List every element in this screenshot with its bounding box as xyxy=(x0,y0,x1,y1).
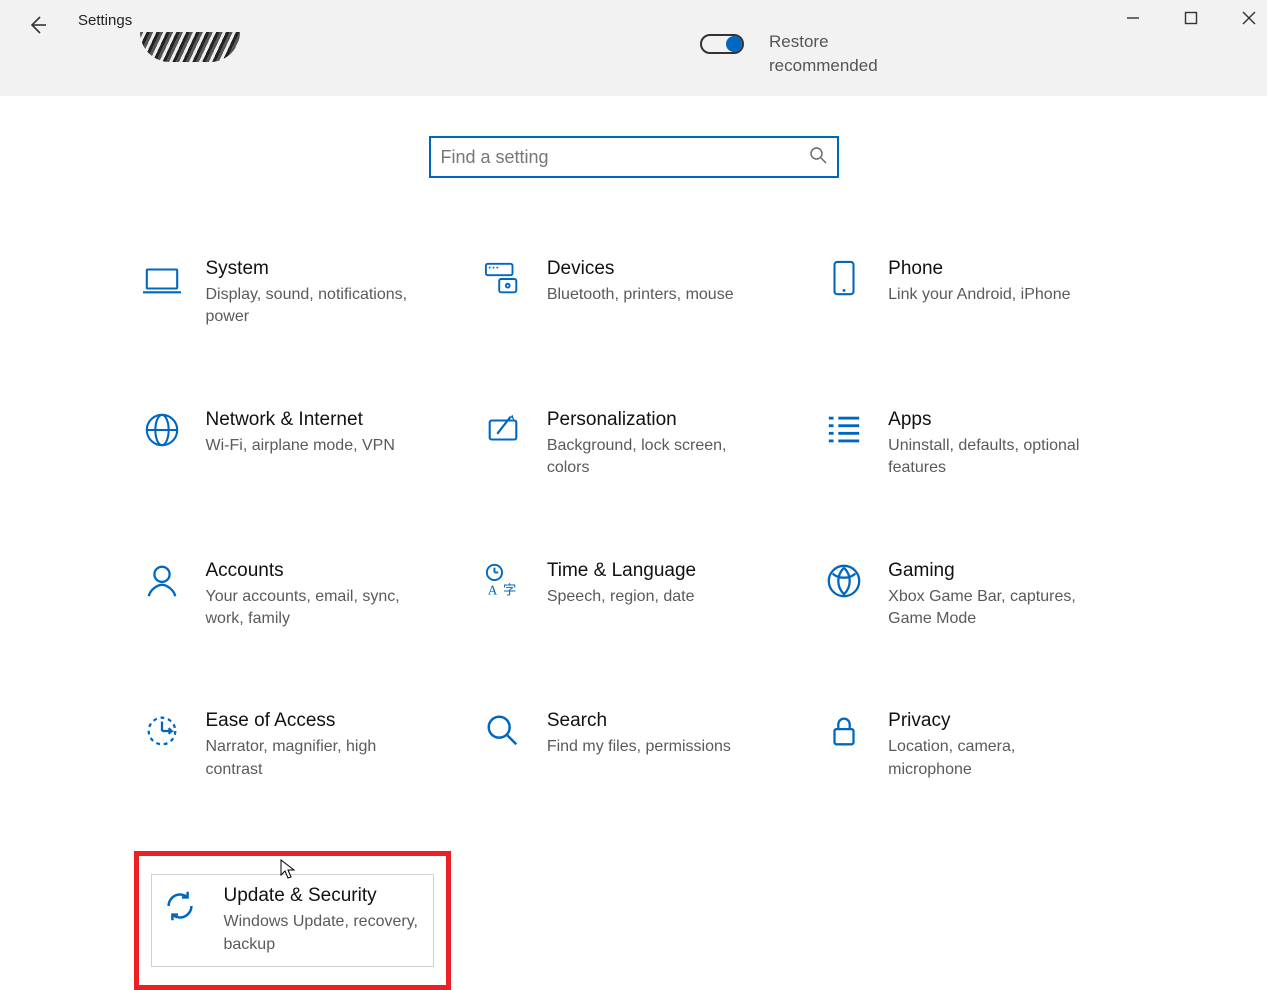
avatar-partial xyxy=(140,32,240,62)
content-area: System Display, sound, notifications, po… xyxy=(0,96,1267,990)
minimize-button[interactable] xyxy=(1123,8,1143,28)
toggle-label: Restorerecommended xyxy=(769,30,878,78)
tile-desc: Location, camera, microphone xyxy=(888,736,1098,781)
tile-title: Personalization xyxy=(547,409,786,431)
tile-desc: Bluetooth, printers, mouse xyxy=(547,284,757,306)
tile-title: System xyxy=(206,258,445,280)
search-box[interactable] xyxy=(429,136,839,178)
update-icon xyxy=(158,885,202,925)
window-title: Settings xyxy=(78,12,132,29)
tile-gaming[interactable]: Gaming Xbox Game Bar, captures, Game Mod… xyxy=(816,550,1133,641)
back-button[interactable] xyxy=(26,14,48,40)
tile-desc: Uninstall, defaults, optional features xyxy=(888,435,1098,480)
search-input[interactable] xyxy=(441,147,809,168)
apps-icon xyxy=(822,409,866,449)
tile-desc: Link your Android, iPhone xyxy=(888,284,1098,306)
tile-title: Gaming xyxy=(888,560,1127,582)
network-icon xyxy=(140,409,184,449)
window-controls xyxy=(1123,8,1259,28)
tile-title: Search xyxy=(547,710,786,732)
tile-ease[interactable]: Ease of Access Narrator, magnifier, high… xyxy=(134,700,451,791)
personalization-icon xyxy=(481,409,525,449)
tile-title: Privacy xyxy=(888,710,1127,732)
header-bar: Settings Restorerecommended xyxy=(0,0,1267,96)
tile-personalization[interactable]: Personalization Background, lock screen,… xyxy=(475,399,792,490)
search-icon xyxy=(809,146,827,168)
tile-desc: Background, lock screen, colors xyxy=(547,435,757,480)
tile-desc: Display, sound, notifications, power xyxy=(206,284,416,329)
devices-icon xyxy=(481,258,525,298)
toggle-switch[interactable] xyxy=(700,34,744,54)
phone-icon xyxy=(822,258,866,298)
tile-update[interactable]: Update & Security Windows Update, recove… xyxy=(134,851,451,990)
tile-desc: Narrator, magnifier, high contrast xyxy=(206,736,416,781)
tile-title: Time & Language xyxy=(547,560,786,582)
tile-accounts[interactable]: Accounts Your accounts, email, sync, wor… xyxy=(134,550,451,641)
tile-desc: Speech, region, date xyxy=(547,586,757,608)
tile-time[interactable]: Time & Language Speech, region, date xyxy=(475,550,792,641)
close-button[interactable] xyxy=(1239,8,1259,28)
tile-title: Ease of Access xyxy=(206,710,445,732)
gaming-icon xyxy=(822,560,866,600)
tile-phone[interactable]: Phone Link your Android, iPhone xyxy=(816,248,1133,339)
search-category-icon xyxy=(481,710,525,750)
system-icon xyxy=(140,258,184,298)
tile-desc: Windows Update, recovery, backup xyxy=(224,911,427,956)
tile-privacy[interactable]: Privacy Location, camera, microphone xyxy=(816,700,1133,791)
tile-devices[interactable]: Devices Bluetooth, printers, mouse xyxy=(475,248,792,339)
time-icon xyxy=(481,560,525,600)
tile-title: Phone xyxy=(888,258,1127,280)
tile-title: Network & Internet xyxy=(206,409,445,431)
tile-search[interactable]: Search Find my files, permissions xyxy=(475,700,792,791)
accounts-icon xyxy=(140,560,184,600)
onedrive-toggle-fragment: Restorerecommended xyxy=(700,30,878,78)
tile-apps[interactable]: Apps Uninstall, defaults, optional featu… xyxy=(816,399,1133,490)
ease-icon xyxy=(140,710,184,750)
tile-desc: Find my files, permissions xyxy=(547,736,757,758)
tile-title: Accounts xyxy=(206,560,445,582)
settings-grid: System Display, sound, notifications, po… xyxy=(134,248,1134,990)
tile-title: Update & Security xyxy=(224,885,427,907)
tile-desc: Wi-Fi, airplane mode, VPN xyxy=(206,435,416,457)
maximize-button[interactable] xyxy=(1181,8,1201,28)
tile-title: Devices xyxy=(547,258,786,280)
tile-desc: Your accounts, email, sync, work, family xyxy=(206,586,416,631)
tile-network[interactable]: Network & Internet Wi-Fi, airplane mode,… xyxy=(134,399,451,490)
tile-desc: Xbox Game Bar, captures, Game Mode xyxy=(888,586,1098,631)
tile-system[interactable]: System Display, sound, notifications, po… xyxy=(134,248,451,339)
privacy-icon xyxy=(822,710,866,750)
tile-title: Apps xyxy=(888,409,1127,431)
